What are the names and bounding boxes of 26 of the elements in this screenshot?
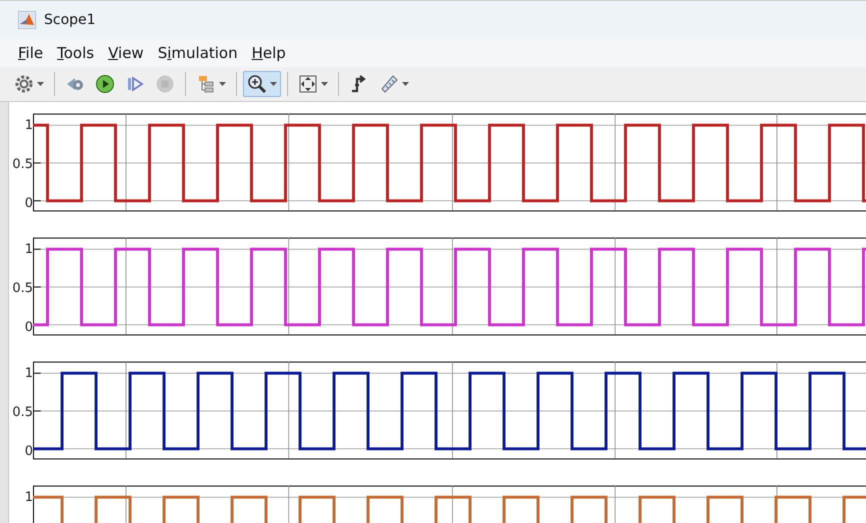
- fit-to-view-icon: [298, 74, 318, 94]
- zoom-button[interactable]: [243, 71, 281, 97]
- run-icon: [95, 74, 115, 94]
- y-tick-label: 0: [24, 195, 33, 213]
- zoom-in-icon: [247, 74, 267, 94]
- menu-item[interactable]: Help: [252, 44, 286, 62]
- menu-item[interactable]: Simulation: [158, 44, 238, 62]
- step-forward-icon: [125, 74, 145, 94]
- y-tick-label: 0.5: [12, 280, 33, 298]
- window-title: Scope1: [44, 12, 96, 28]
- y-tick-label: 0: [24, 319, 33, 337]
- gear-icon: [14, 74, 34, 94]
- stop-icon: [155, 74, 175, 94]
- y-tick-label: 1: [24, 241, 33, 259]
- y-tick-label: 0.5: [12, 156, 33, 174]
- y-tick-label: 1: [24, 489, 33, 507]
- menu-item[interactable]: View: [108, 44, 144, 62]
- menu-item[interactable]: File: [18, 44, 44, 62]
- y-tick-label: 1: [24, 365, 33, 383]
- y-tick-label: 0: [24, 443, 33, 461]
- ruler-icon: [379, 74, 399, 94]
- hierarchy-icon: [196, 74, 216, 94]
- y-tick-label: 0.5: [12, 404, 33, 422]
- menu-item[interactable]: Tools: [57, 44, 94, 62]
- app-logo-icon: [18, 11, 36, 29]
- y-tick-label: 1: [24, 117, 33, 135]
